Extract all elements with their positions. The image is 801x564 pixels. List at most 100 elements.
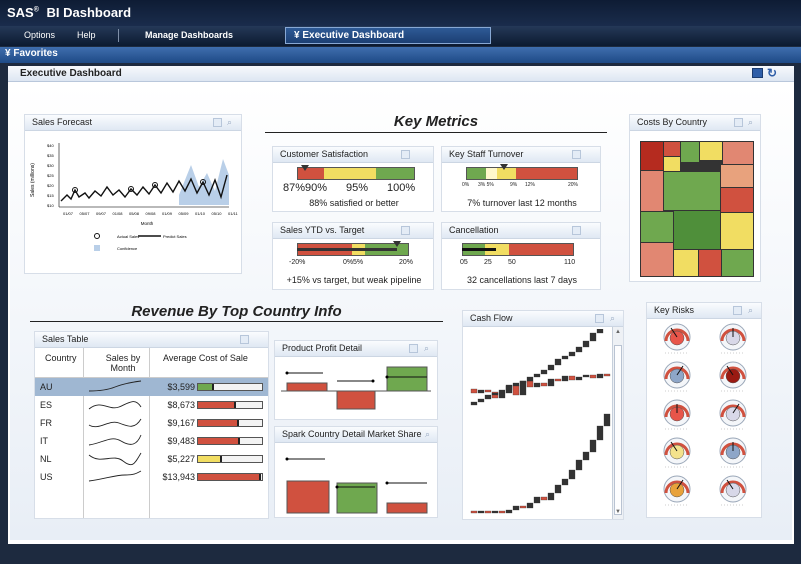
table-row[interactable]: US $13,943 (35, 468, 268, 486)
cash-flow-bar (498, 392, 506, 399)
gauge-value-bar (462, 248, 496, 251)
cash-flow-bar (561, 355, 569, 360)
menu-icon[interactable] (733, 306, 742, 315)
risk-dial (663, 399, 691, 430)
y-tick-label: $20 (47, 183, 54, 188)
sparkline (88, 452, 142, 466)
x-tick-label: 01/10 (195, 211, 206, 216)
y-tick-label: $40 (47, 143, 54, 148)
risk-dial (719, 323, 747, 354)
tick-label: 20% (399, 259, 414, 266)
cash-flow-bar (589, 332, 597, 342)
x-tick-label: 01/07 (63, 211, 74, 216)
scrollbar-thumb[interactable] (614, 345, 622, 515)
cash-flow-bar (477, 389, 485, 394)
cash-flow-bar (498, 389, 506, 394)
tick-label: 9% (510, 182, 518, 188)
table-row[interactable]: NL $5,227 (35, 450, 268, 468)
cash-flow-bar (533, 496, 541, 504)
zoom-icon[interactable]: ⌕ (610, 313, 615, 324)
table-row[interactable]: FR $9,167 (35, 414, 268, 432)
scroll-up-icon[interactable]: ▲ (614, 329, 622, 337)
zoom-icon[interactable]: ⌕ (748, 117, 753, 128)
zoom-icon[interactable]: ⌕ (748, 305, 753, 316)
cash-flow-bar (575, 459, 583, 471)
menu-icon[interactable] (734, 118, 743, 127)
gauge-ticks: 0% 3% 5% 9% 12% 20% (462, 182, 592, 188)
tab-executive-dashboard[interactable]: ¥ Executive Dashboard (285, 27, 491, 44)
y-tick-label: $10 (47, 203, 54, 208)
zoom-icon[interactable]: ⌕ (425, 429, 430, 440)
risk-dial (719, 475, 747, 506)
metric-caption: 7% turnover last 12 months (467, 198, 577, 208)
table-row[interactable]: ES $8,673 (35, 396, 268, 414)
y-axis-label: Sales (millions) (30, 163, 36, 197)
x-tick-label: 05/08 (129, 211, 140, 216)
country-cell: ES (40, 400, 53, 410)
favorites-bar[interactable]: ¥ Favorites (0, 47, 801, 63)
cash-flow-chart (470, 329, 611, 514)
column-header[interactable]: Average Cost of Sale (163, 353, 248, 363)
menu-icon[interactable] (401, 226, 410, 235)
legend-confidence-swatch (94, 245, 100, 251)
table-row[interactable]: AU $3,599 (35, 378, 268, 396)
metric-caption: 32 cancellations last 7 days (466, 275, 578, 285)
gauge-marker (500, 164, 508, 170)
y-tick-label: $25 (47, 173, 54, 178)
panel-header: Key Staff Turnover (442, 147, 600, 163)
menu-manage-dashboards[interactable]: Manage Dashboards (145, 30, 233, 40)
sales-ytd-panel: Sales YTD vs. Target -20% 0% 5% 20% +15%… (272, 222, 434, 290)
panel-header: Costs By Country ⌕ (630, 115, 760, 131)
customer-satisfaction-panel: Customer Satisfaction 87%90% 95% 100% 88… (272, 146, 434, 212)
menu-icon[interactable] (240, 335, 249, 344)
column-header[interactable]: Sales by Month (97, 353, 149, 373)
gauge-ticks: 87%90% 95% 100% (283, 182, 433, 194)
panel-header: Customer Satisfaction (273, 147, 433, 163)
menu-options[interactable]: Options (24, 30, 55, 40)
gauge-ticks: 05 25 50 110 (460, 259, 600, 266)
cash-flow-bar (512, 382, 520, 387)
cash-flow-bar (540, 382, 548, 387)
scrollbar[interactable]: ▲ ▼ (612, 327, 623, 519)
sales-forecast-panel: Sales Forecast ⌕ Sales (millions) $40 $35… (24, 114, 242, 274)
treemap (640, 141, 754, 277)
legend-predict: Predict Sales (163, 234, 187, 239)
cash-flow-bar (568, 375, 576, 381)
tick-label: 25 (484, 259, 492, 266)
menu-icon[interactable] (213, 118, 222, 127)
menu-icon[interactable] (572, 226, 581, 235)
country-cell: NL (40, 454, 52, 464)
table-row[interactable]: IT $9,483 (35, 432, 268, 450)
zoom-icon[interactable]: ⌕ (424, 343, 429, 354)
risk-dial (663, 437, 691, 468)
x-tick-label: 01/08 (113, 211, 124, 216)
y-tick-labels: $40 $35 $30 $25 $20 $15 $10 (47, 143, 54, 208)
menu-icon[interactable] (409, 344, 418, 353)
panel-title: Sales Table (42, 334, 89, 344)
cash-flow-bar (526, 376, 534, 382)
cash-flow-bar (533, 373, 541, 378)
cost-value: $8,673 (167, 400, 195, 410)
gauge-ticks: -20% 0% 5% 20% (289, 259, 429, 266)
metric-caption: 88% satisfied or better (309, 198, 399, 208)
menu-icon[interactable] (595, 314, 604, 323)
sparkline (88, 434, 142, 446)
country-cell: US (40, 472, 53, 482)
scroll-down-icon[interactable]: ▼ (614, 509, 622, 517)
column-header[interactable]: Country (45, 353, 77, 363)
refresh-icon[interactable]: ↻ (767, 66, 777, 80)
y-tick-label: $30 (47, 163, 54, 168)
cash-flow-bar (512, 505, 520, 511)
print-icon[interactable] (752, 68, 763, 78)
cash-flow-bar (526, 502, 534, 509)
cash-flow-bar (603, 413, 611, 427)
cost-bar-fill (198, 456, 222, 462)
menu-icon[interactable] (572, 150, 581, 159)
app-title: SAS® BI Dashboard (0, 0, 801, 26)
key-metrics-title: Key Metrics (265, 113, 607, 133)
cash-flow-bar (582, 451, 590, 461)
menu-help[interactable]: Help (77, 30, 96, 40)
y-tick-label: $35 (47, 153, 54, 158)
menu-icon[interactable] (401, 150, 410, 159)
zoom-icon[interactable]: ⌕ (227, 117, 232, 128)
